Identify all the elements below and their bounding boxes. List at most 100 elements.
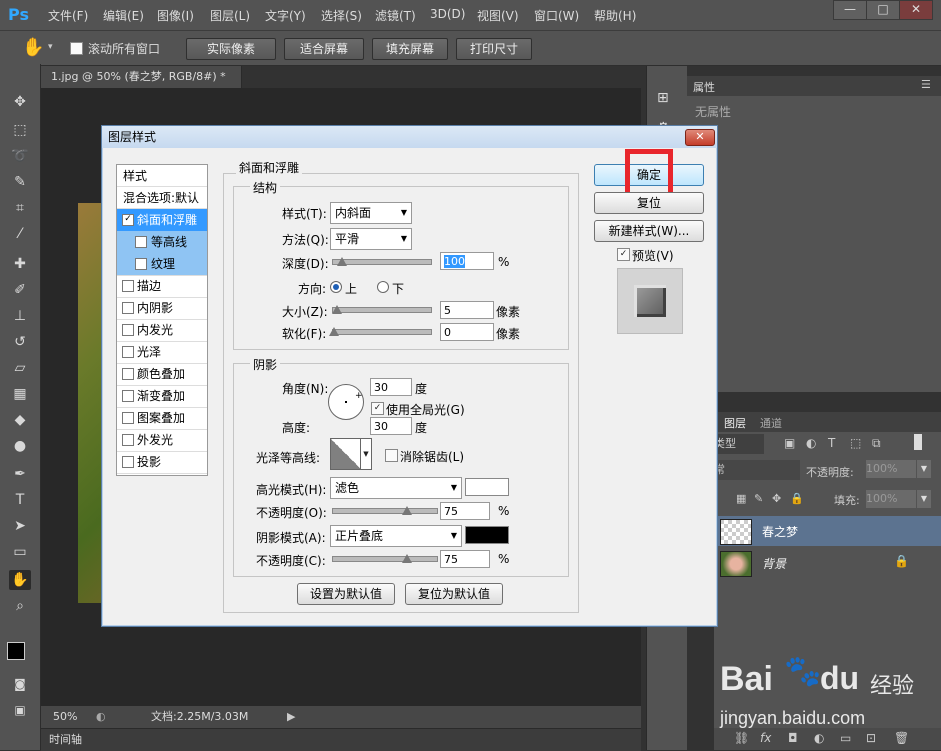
reset-button[interactable]: 复位 (594, 192, 704, 214)
filter-adjust-icon[interactable]: ◐ (806, 436, 816, 450)
style-item-outer-glow[interactable]: 外发光 (117, 429, 207, 452)
shadow-opacity-slider[interactable] (332, 556, 438, 562)
gradient-tool-icon[interactable]: ▦ (9, 384, 31, 404)
fill-screen-button[interactable]: 填充屏幕 (372, 38, 448, 60)
fill-field[interactable]: 100% (866, 490, 916, 508)
screen-mode-icon[interactable]: ▣ (9, 700, 31, 720)
direction-down-radio[interactable] (377, 281, 389, 293)
blend-mode-select[interactable]: 常 (714, 460, 800, 480)
gradient-overlay-checkbox[interactable] (122, 390, 134, 402)
menu-type[interactable]: 文字(Y) (265, 7, 306, 24)
angle-input[interactable]: 30 (370, 378, 412, 396)
menu-3d[interactable]: 3D(D) (430, 7, 465, 21)
scroll-all-checkbox[interactable] (70, 42, 83, 55)
pen-tool-icon[interactable]: ✒ (9, 464, 31, 484)
bevel-checkbox[interactable]: ✓ (122, 214, 134, 226)
crop-tool-icon[interactable]: ⌗ (9, 198, 31, 218)
tool-preset-chevron-icon[interactable]: ▾ (48, 42, 53, 52)
size-input[interactable]: 5 (440, 301, 494, 319)
blend-options-item[interactable]: 混合选项:默认 (117, 187, 207, 209)
lock-all-icon[interactable]: 🔒 (790, 492, 804, 505)
align-panel-icon[interactable]: ⊞ (657, 90, 669, 106)
style-item-gradient-overlay[interactable]: 渐变叠加 (117, 385, 207, 408)
menu-select[interactable]: 选择(S) (321, 7, 362, 24)
style-item-drop-shadow[interactable]: 投影 (117, 451, 207, 474)
size-slider-handle[interactable] (332, 305, 342, 314)
menu-help[interactable]: 帮助(H) (594, 7, 636, 24)
layer-row-background[interactable]: 背景 🔒 (714, 548, 941, 578)
timeline-panel[interactable]: 时间轴 (41, 728, 641, 751)
shape-tool-icon[interactable]: ▭ (9, 542, 31, 562)
quick-mask-icon[interactable]: ◙ (9, 674, 31, 694)
gloss-contour-picker[interactable] (330, 438, 362, 470)
preview-checkbox[interactable]: ✓ (617, 248, 630, 261)
highlight-color-swatch[interactable] (465, 478, 509, 496)
reset-default-button[interactable]: 复位为默认值 (405, 583, 503, 605)
actual-pixels-button[interactable]: 实际像素 (186, 38, 276, 60)
style-item-inner-shadow[interactable]: 内阴影 (117, 297, 207, 320)
soften-slider[interactable] (332, 329, 432, 335)
inner-glow-checkbox[interactable] (122, 324, 134, 336)
soften-input[interactable]: 0 (440, 323, 494, 341)
type-tool-icon[interactable]: T (9, 490, 31, 510)
lock-paint-icon[interactable]: ✎ (754, 492, 763, 505)
fit-screen-button[interactable]: 适合屏幕 (284, 38, 364, 60)
properties-tab[interactable]: 属性 (693, 79, 715, 95)
zoom-tool-icon[interactable]: ⌕ (9, 596, 31, 616)
menu-view[interactable]: 视图(V) (477, 7, 519, 24)
style-item-bevel[interactable]: ✓ 斜面和浮雕 (117, 209, 207, 232)
brush-tool-icon[interactable]: ✐ (9, 280, 31, 300)
filter-shape-icon[interactable]: ⬚ (850, 436, 861, 450)
menu-window[interactable]: 窗口(W) (534, 7, 579, 24)
shadow-opacity-input[interactable]: 75 (440, 550, 490, 568)
print-size-button[interactable]: 打印尺寸 (456, 38, 532, 60)
depth-slider[interactable] (332, 259, 432, 265)
make-default-button[interactable]: 设置为默认值 (297, 583, 395, 605)
size-slider[interactable] (332, 307, 432, 313)
shadow-opacity-handle[interactable] (402, 554, 412, 563)
outer-glow-checkbox[interactable] (122, 434, 134, 446)
technique-select[interactable]: 平滑 ▼ (330, 228, 412, 250)
shadow-mode-select[interactable]: 正片叠底 ▼ (330, 525, 462, 547)
history-brush-tool-icon[interactable]: ↺ (9, 332, 31, 352)
satin-checkbox[interactable] (122, 346, 134, 358)
new-style-button[interactable]: 新建样式(W)... (594, 220, 704, 242)
panel-menu-icon[interactable]: ☰ (921, 78, 931, 91)
healing-brush-tool-icon[interactable]: ✚ (9, 254, 31, 274)
tab-channels[interactable]: 通道 (760, 415, 782, 431)
styles-header[interactable]: 样式 (117, 165, 207, 187)
global-light-checkbox[interactable]: ✓ (371, 402, 384, 415)
pattern-overlay-checkbox[interactable] (122, 412, 134, 424)
close-window-button[interactable]: ✕ (899, 0, 933, 20)
highlight-opacity-slider[interactable] (332, 508, 438, 514)
dialog-titlebar[interactable]: 图层样式 (102, 126, 717, 148)
soften-slider-handle[interactable] (329, 327, 339, 336)
opacity-field[interactable]: 100% (866, 460, 916, 478)
style-item-color-overlay[interactable]: 颜色叠加 (117, 363, 207, 386)
style-item-stroke[interactable]: 描边 (117, 275, 207, 298)
filter-smart-icon[interactable]: ⧉ (872, 436, 881, 451)
hand-tool-active-icon[interactable]: ✋ (9, 570, 31, 590)
menu-filter[interactable]: 滤镜(T) (375, 7, 416, 24)
direction-up-radio[interactable] (330, 281, 342, 293)
menu-image[interactable]: 图像(I) (157, 7, 194, 24)
gloss-contour-dropdown-icon[interactable]: ▼ (360, 438, 372, 470)
eraser-tool-icon[interactable]: ▱ (9, 358, 31, 378)
style-item-satin[interactable]: 光泽 (117, 341, 207, 364)
fill-dropdown-icon[interactable]: ▼ (917, 490, 931, 508)
inner-shadow-checkbox[interactable] (122, 302, 134, 314)
marquee-tool-icon[interactable]: ⬚ (9, 120, 31, 140)
quick-select-tool-icon[interactable]: ✎ (9, 172, 31, 192)
move-tool-icon[interactable]: ✥ (9, 92, 31, 112)
minimize-button[interactable]: — (833, 0, 867, 20)
style-item-inner-glow[interactable]: 内发光 (117, 319, 207, 342)
status-arrow-icon[interactable]: ▶ (287, 706, 295, 728)
style-item-pattern-overlay[interactable]: 图案叠加 (117, 407, 207, 430)
style-item-contour[interactable]: 等高线 (117, 231, 207, 254)
depth-slider-handle[interactable] (337, 257, 347, 266)
lock-position-icon[interactable]: ✥ (772, 492, 781, 505)
angle-dial[interactable]: + (328, 384, 364, 420)
dodge-tool-icon[interactable]: ● (9, 436, 31, 456)
menu-file[interactable]: 文件(F) (48, 7, 88, 24)
hand-tool-icon[interactable]: ✋ (22, 37, 44, 58)
